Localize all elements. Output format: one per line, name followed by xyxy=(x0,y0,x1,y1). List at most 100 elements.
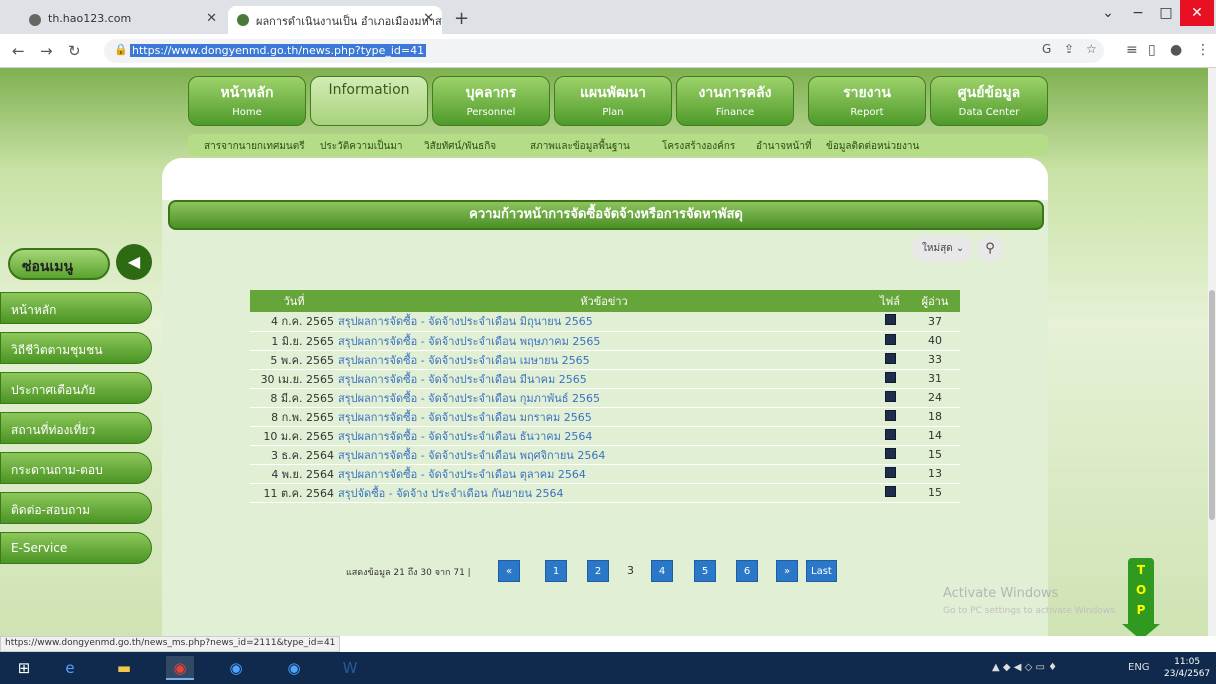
news-table: วันที่ หัวข้อข่าว ไฟล์ ผู้อ่าน 4 ก.ค. 25… xyxy=(250,290,960,503)
nav-personnel[interactable]: บุคลากร Personnel xyxy=(432,76,550,126)
side-panel-icon[interactable]: ▯ xyxy=(1148,42,1156,58)
google-icon[interactable]: G xyxy=(1042,42,1051,56)
pager-page-4[interactable]: 4 xyxy=(651,560,673,582)
menu-item-attractions[interactable]: สถานที่ท่องเที่ยว xyxy=(0,412,152,444)
tray-icons[interactable]: ▲ ◆ ◀ ◇ ▭ ♦ xyxy=(992,662,1057,673)
clock-date: 23/4/2567 xyxy=(1164,669,1211,679)
subnav-structure[interactable]: โครงสร้างองค์กร xyxy=(662,139,735,154)
file-download-icon[interactable] xyxy=(884,485,896,497)
scrollbar-thumb[interactable] xyxy=(1209,290,1215,520)
tab-close-icon[interactable]: ✕ xyxy=(423,11,434,26)
menu-item-warnings[interactable]: ประกาศเตือนภัย xyxy=(0,372,152,404)
row-topic-link[interactable]: สรุปผลการจัดซื้อ - จัดจ้างประจำเดือน กุม… xyxy=(338,388,870,408)
minimize-icon[interactable]: − xyxy=(1124,0,1152,26)
pager-next-button[interactable]: » xyxy=(776,560,798,582)
row-topic-link[interactable]: สรุปผลการจัดซื้อ - จัดจ้างประจำเดือน ธัน… xyxy=(338,426,870,446)
profile-icon[interactable]: ● xyxy=(1170,42,1182,58)
nav-home[interactable]: หน้าหลัก Home xyxy=(188,76,306,126)
table-row: 10 ม.ค. 2565 สรุปผลการจัดซื้อ - จัดจ้างปร… xyxy=(250,426,960,446)
system-clock[interactable]: 11:05 23/4/2567 xyxy=(1164,656,1210,680)
word-icon[interactable]: W xyxy=(336,656,364,680)
windows-start-icon[interactable]: ⊞ xyxy=(10,656,38,680)
sort-select[interactable]: ใหม่สุด ⌄ xyxy=(912,236,972,262)
chrome-icon[interactable]: ◉ xyxy=(166,656,194,680)
maximize-icon[interactable]: □ xyxy=(1152,0,1180,26)
nav-information[interactable]: Information xyxy=(310,76,428,126)
browser-tab-active[interactable]: ผลการดำเนินงานเป็น อำเภอเมืองมหาสา ✕ xyxy=(228,6,442,34)
pager-current-page: 3 xyxy=(627,564,634,577)
nav-sublabel: Plan xyxy=(602,107,624,118)
file-download-icon[interactable] xyxy=(884,428,896,440)
tab-close-icon[interactable]: ✕ xyxy=(206,11,217,26)
row-topic-link[interactable]: สรุปผลการจัดซื้อ - จัดจ้างประจำเดือน มิถ… xyxy=(338,312,870,332)
pager-last-button[interactable]: Last xyxy=(806,560,837,582)
reload-icon[interactable]: ↻ xyxy=(68,42,81,60)
pager-page-6[interactable]: 6 xyxy=(736,560,758,582)
menu-item-home[interactable]: หน้าหลัก xyxy=(0,292,152,324)
menu-item-eservice[interactable]: E-Service xyxy=(0,532,152,564)
subnav-vision[interactable]: วิสัยทัศน์/พันธกิจ xyxy=(424,139,496,154)
row-date: 5 พ.ค. 2565 xyxy=(250,350,338,370)
file-download-icon[interactable] xyxy=(884,333,896,345)
pager-page-2[interactable]: 2 xyxy=(587,560,609,582)
search-button[interactable]: ⚲ xyxy=(977,236,1003,262)
tab-search-icon[interactable]: ⌄ xyxy=(1094,0,1122,26)
arrow-left-icon[interactable]: ◀ xyxy=(116,244,152,280)
row-topic-link[interactable]: สรุปผลการจัดซื้อ - จัดจ้างประจำเดือน มีน… xyxy=(338,369,870,389)
row-topic-link[interactable]: สรุปผลการจัดซื้อ - จัดจ้างประจำเดือน พฤศ… xyxy=(338,445,870,465)
internet-explorer-icon[interactable]: e xyxy=(56,656,84,680)
file-download-icon[interactable] xyxy=(884,352,896,364)
subnav-basic-info[interactable]: สภาพและข้อมูลพื้นฐาน xyxy=(530,139,630,154)
file-download-icon[interactable] xyxy=(884,447,896,459)
row-topic-link[interactable]: สรุปผลการจัดซื้อ - จัดจ้างประจำเดือน พฤษ… xyxy=(338,331,870,351)
row-topic-link[interactable]: สรุปผลการจัดซื้อ - จัดจ้างประจำเดือน เมษ… xyxy=(338,350,870,370)
tab-title: ผลการดำเนินงานเป็น อำเภอเมืองมหาสา xyxy=(256,15,442,28)
browser-tab-inactive[interactable]: th.hao123.com ✕ xyxy=(20,6,225,34)
subnav-history[interactable]: ประวัติความเป็นมา xyxy=(320,139,403,154)
app-icon[interactable]: ◉ xyxy=(280,656,308,680)
nav-finance[interactable]: งานการคลัง Finance xyxy=(676,76,794,126)
menu-item-contact[interactable]: ติดต่อ-สอบถาม xyxy=(0,492,152,524)
close-window-icon[interactable]: ✕ xyxy=(1180,0,1214,26)
menu-kebab-icon[interactable]: ⋮ xyxy=(1196,42,1210,58)
share-icon[interactable]: ⇪ xyxy=(1064,42,1074,56)
nav-report[interactable]: รายงาน Report xyxy=(808,76,926,126)
new-tab-icon[interactable]: + xyxy=(454,8,469,29)
row-file-cell xyxy=(870,350,910,370)
subnav-contact[interactable]: ข้อมูลติดต่อหน่วยงาน xyxy=(826,139,919,154)
pager-prev-button[interactable]: « xyxy=(498,560,520,582)
back-icon[interactable]: ← xyxy=(12,42,25,60)
reading-list-icon[interactable]: ≡ xyxy=(1126,42,1138,58)
pager-page-1[interactable]: 1 xyxy=(545,560,567,582)
row-reads: 33 xyxy=(910,350,960,370)
file-download-icon[interactable] xyxy=(884,371,896,383)
pager-page-5[interactable]: 5 xyxy=(694,560,716,582)
menu-item-qa[interactable]: กระดานถาม-ตอบ xyxy=(0,452,152,484)
subnav-mayor-message[interactable]: สารจากนายกเทศมนตรี xyxy=(204,139,305,154)
back-to-top-button[interactable]: TOP xyxy=(1128,558,1154,628)
app-icon[interactable]: ◉ xyxy=(222,656,250,680)
row-topic-link[interactable]: สรุปผลการจัดซื้อ - จัดจ้างประจำเดือน ตุล… xyxy=(338,464,870,484)
table-row: 1 มิ.ย. 2565 สรุปผลการจัดซื้อ - จัดจ้างปร… xyxy=(250,331,960,351)
file-download-icon[interactable] xyxy=(884,314,896,326)
nav-data-center[interactable]: ศูนย์ข้อมูล Data Center xyxy=(930,76,1048,126)
row-reads: 14 xyxy=(910,426,960,446)
main-nav: หน้าหลัก Home Information บุคลากร Person… xyxy=(188,74,1048,130)
row-topic-link[interactable]: สรุปจัดซื้อ - จัดจ้าง ประจำเดือน กันยายน… xyxy=(338,483,870,503)
nav-plan[interactable]: แผนพัฒนา Plan xyxy=(554,76,672,126)
file-explorer-icon[interactable]: ▬ xyxy=(110,656,138,680)
row-reads: 31 xyxy=(910,369,960,389)
file-download-icon[interactable] xyxy=(884,466,896,478)
row-topic-link[interactable]: สรุปผลการจัดซื้อ - จัดจ้างประจำเดือน มกร… xyxy=(338,407,870,427)
language-indicator[interactable]: ENG xyxy=(1128,662,1150,673)
arrow-down-icon[interactable] xyxy=(1122,624,1160,636)
hide-menu-button[interactable]: ซ่อนเมนู xyxy=(8,248,110,280)
subnav-duties[interactable]: อำนาจหน้าที่ xyxy=(756,139,812,154)
url-input[interactable]: 🔒 https://www.dongyenmd.go.th/news.php?t… xyxy=(104,39,1104,63)
nav-label: รายงาน xyxy=(843,85,891,101)
file-download-icon[interactable] xyxy=(884,390,896,402)
bookmark-star-icon[interactable]: ☆ xyxy=(1086,42,1097,56)
forward-icon[interactable]: → xyxy=(40,42,53,60)
menu-item-lifestyle[interactable]: วิถีชีวิตตามชุมชน xyxy=(0,332,152,364)
file-download-icon[interactable] xyxy=(884,409,896,421)
